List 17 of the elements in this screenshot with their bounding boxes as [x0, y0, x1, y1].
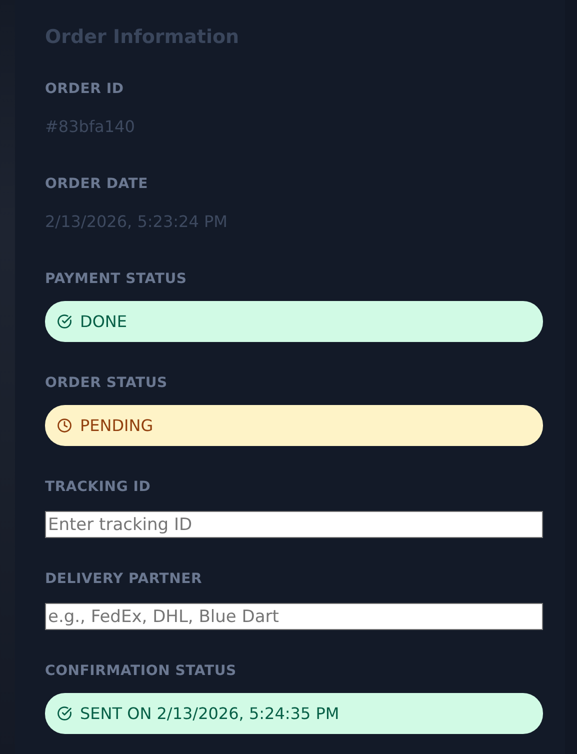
check-circle-icon	[57, 706, 72, 721]
input-field[interactable]: e.g., FedEx, DHL, Blue Dart	[45, 603, 543, 630]
status-text: PENDING	[80, 416, 154, 435]
field-label: PAYMENT STATUS	[45, 271, 187, 287]
field-value: #83bfa140	[45, 117, 135, 136]
status-text: SENT ON 2/13/2026, 5:24:35 PM	[80, 704, 340, 723]
status-text: DONE	[80, 312, 127, 331]
check-circle-icon	[57, 314, 72, 329]
field-label: ORDER DATE	[45, 176, 148, 192]
field-label: TRACKING ID	[45, 479, 151, 495]
clock-icon	[57, 418, 72, 433]
field-label: ORDER STATUS	[45, 375, 168, 391]
field-label: CONFIRMATION STATUS	[45, 663, 236, 679]
field-label: ORDER ID	[45, 81, 124, 97]
field-value: 2/13/2026, 5:23:24 PM	[45, 212, 228, 231]
input-field[interactable]: Enter tracking ID	[45, 511, 543, 538]
field-label: DELIVERY PARTNER	[45, 571, 202, 587]
